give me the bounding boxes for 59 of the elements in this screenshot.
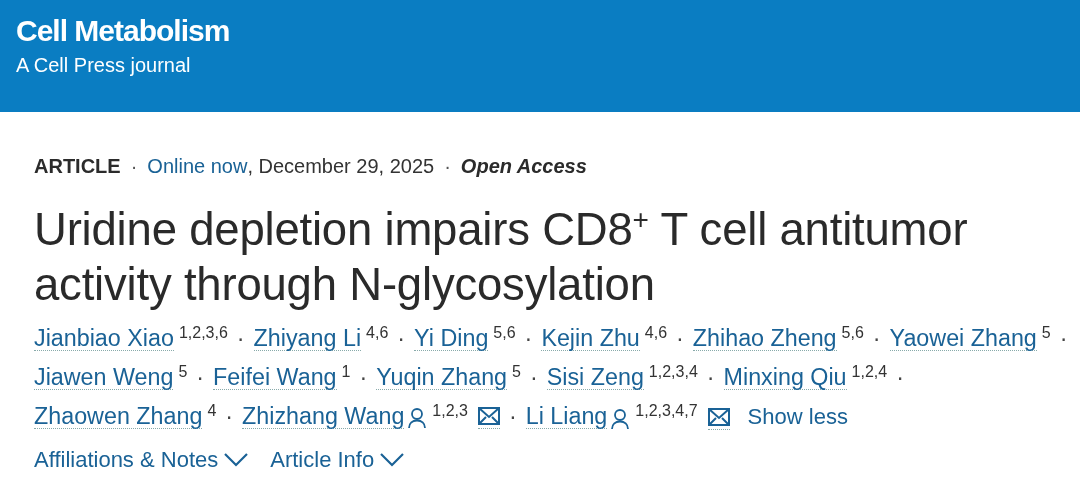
affiliation-numbers: 5 xyxy=(1041,323,1051,343)
author-link[interactable]: Jianbiao Xiao xyxy=(34,326,174,351)
article-type: ARTICLE xyxy=(34,155,121,178)
author-link[interactable]: Yi Ding xyxy=(414,326,489,351)
journal-tagline: A Cell Press journal xyxy=(16,54,192,77)
email-link[interactable] xyxy=(707,408,730,430)
author-link[interactable]: Li Liang xyxy=(525,404,608,429)
separator-dot: · xyxy=(872,324,881,353)
affiliation-numbers: 4,6 xyxy=(366,323,389,343)
separator-dot: · xyxy=(397,324,406,353)
affiliation-numbers: 1 xyxy=(341,362,351,382)
separator-dot: · xyxy=(359,363,368,392)
mail-icon xyxy=(477,406,500,425)
affiliation-numbers: 5 xyxy=(512,362,521,382)
author-link[interactable]: Zhiyang Li xyxy=(253,326,362,351)
author-link[interactable]: Kejin Zhu xyxy=(541,326,640,351)
author-link[interactable]: Feifei Wang xyxy=(213,365,337,390)
person-icon xyxy=(407,406,428,429)
person-icon xyxy=(610,408,631,430)
publication-date: , December 29, 2025 xyxy=(247,155,435,178)
affiliation-numbers: 4 xyxy=(207,401,217,421)
access-label: Open Access xyxy=(460,155,587,178)
separator-dot: · xyxy=(196,363,205,392)
affiliation-numbers: 1,2,3 xyxy=(432,401,468,421)
separator-dot: · xyxy=(130,155,138,178)
affiliation-numbers: 1,2,4 xyxy=(851,362,888,382)
journal-name: Cell Metabolism xyxy=(16,14,231,48)
affiliation-numbers: 4,6 xyxy=(644,323,668,343)
affiliation-numbers: 5 xyxy=(178,362,188,382)
separator-dot: · xyxy=(529,363,538,392)
separator-dot: · xyxy=(676,324,684,353)
separator-dot: · xyxy=(508,402,517,431)
online-status-link[interactable]: Online now xyxy=(147,155,248,178)
author-link[interactable]: Zhizhang Wang xyxy=(242,404,405,429)
author-link[interactable]: Jiawen Weng xyxy=(34,365,174,390)
separator-dot: · xyxy=(1059,324,1068,353)
author-link[interactable]: Yaowei Zhang xyxy=(889,326,1037,351)
email-link[interactable] xyxy=(477,406,500,429)
separator-dot: · xyxy=(444,155,451,178)
author-link[interactable]: Minxing Qiu xyxy=(723,365,847,390)
separator-dot: · xyxy=(896,363,904,392)
affiliation-numbers: 1,2,3,6 xyxy=(178,323,228,343)
affiliation-numbers: 1,2,3,4,7 xyxy=(635,401,698,421)
separator-dot: · xyxy=(225,402,234,431)
author-link[interactable]: Zhihao Zheng xyxy=(692,326,837,351)
author-link[interactable]: Zhaowen Zhang xyxy=(34,404,203,429)
separator-dot: · xyxy=(236,324,245,353)
mail-icon xyxy=(707,408,730,426)
author-link[interactable]: Sisi Zeng xyxy=(546,365,644,390)
article-title: Uridine depletion impairs CD8$^{+}$ T cell antitumor activity through N-glycosylation xyxy=(34,202,969,312)
show-less-link[interactable]: Show less xyxy=(747,399,848,435)
separator-dot: · xyxy=(706,363,715,392)
section-toggle[interactable]: Article Info xyxy=(270,447,405,473)
affiliation-numbers: 5,6 xyxy=(841,323,864,343)
separator-dot: · xyxy=(524,324,533,353)
author-link[interactable]: Yuqin Zhang xyxy=(376,365,508,390)
affiliation-numbers: 5,6 xyxy=(493,323,516,343)
section-toggle[interactable]: Affiliations & Notes xyxy=(34,447,249,473)
affiliation-numbers: 1,2,3,4 xyxy=(648,362,698,382)
